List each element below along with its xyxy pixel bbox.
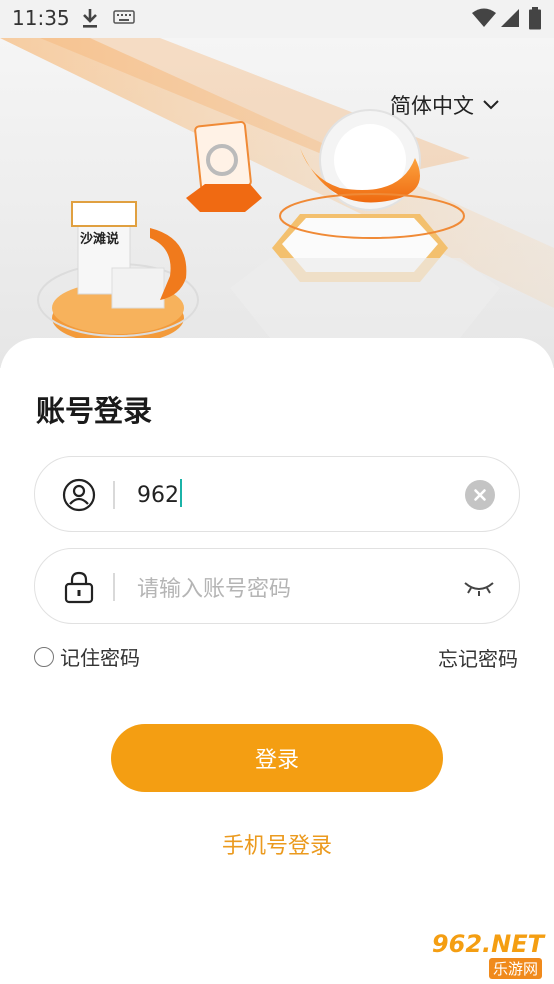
lock-icon bbox=[61, 569, 97, 605]
signal-icon bbox=[500, 8, 520, 32]
close-icon bbox=[474, 489, 486, 501]
watermark-sub: 乐游网 bbox=[488, 958, 542, 979]
hero-sign-text: 沙滩说 bbox=[80, 232, 120, 247]
remember-radio[interactable] bbox=[34, 646, 54, 667]
battery-icon bbox=[528, 7, 542, 35]
eye-closed-icon[interactable] bbox=[463, 575, 495, 599]
login-card: 账号登录 962 请输入账号密码 记住密码 忘记密码 登录 手机号登录 bbox=[0, 338, 554, 984]
remember-label: 记住密码 bbox=[60, 646, 140, 670]
remember-password[interactable]: 记住密码 bbox=[34, 642, 140, 671]
account-value: 962 bbox=[137, 483, 179, 508]
password-field[interactable]: 请输入账号密码 bbox=[34, 548, 520, 624]
field-divider bbox=[113, 481, 115, 509]
download-icon bbox=[80, 7, 100, 33]
status-time: 11:35 bbox=[12, 6, 70, 30]
hero-banner: 沙滩说 简体中文 bbox=[0, 38, 554, 368]
password-input[interactable]: 请输入账号密码 bbox=[137, 571, 291, 603]
user-icon bbox=[61, 477, 97, 513]
forgot-password-link[interactable]: 忘记密码 bbox=[438, 643, 518, 672]
hero-illustration bbox=[0, 38, 554, 344]
language-selector[interactable]: 简体中文 bbox=[390, 90, 500, 120]
clear-input-button[interactable] bbox=[465, 480, 495, 510]
phone-login-label[interactable]: 手机号登录 bbox=[222, 834, 332, 859]
keyboard-icon bbox=[113, 9, 135, 29]
watermark-logo: 962.NET 乐游网 bbox=[414, 930, 548, 980]
field-divider bbox=[113, 573, 115, 601]
account-field[interactable]: 962 bbox=[34, 456, 520, 532]
watermark-main: 962.NET bbox=[431, 930, 544, 958]
status-bar: 11:35 bbox=[0, 0, 554, 38]
login-button[interactable]: 登录 bbox=[111, 724, 443, 792]
account-input[interactable]: 962 bbox=[137, 479, 182, 508]
language-label: 简体中文 bbox=[390, 94, 474, 118]
page-title: 账号登录 bbox=[36, 394, 153, 428]
phone-login-link[interactable]: 手机号登录 bbox=[0, 828, 554, 860]
chevron-down-icon bbox=[482, 99, 500, 111]
wifi-icon bbox=[472, 8, 496, 32]
text-caret bbox=[180, 479, 182, 507]
